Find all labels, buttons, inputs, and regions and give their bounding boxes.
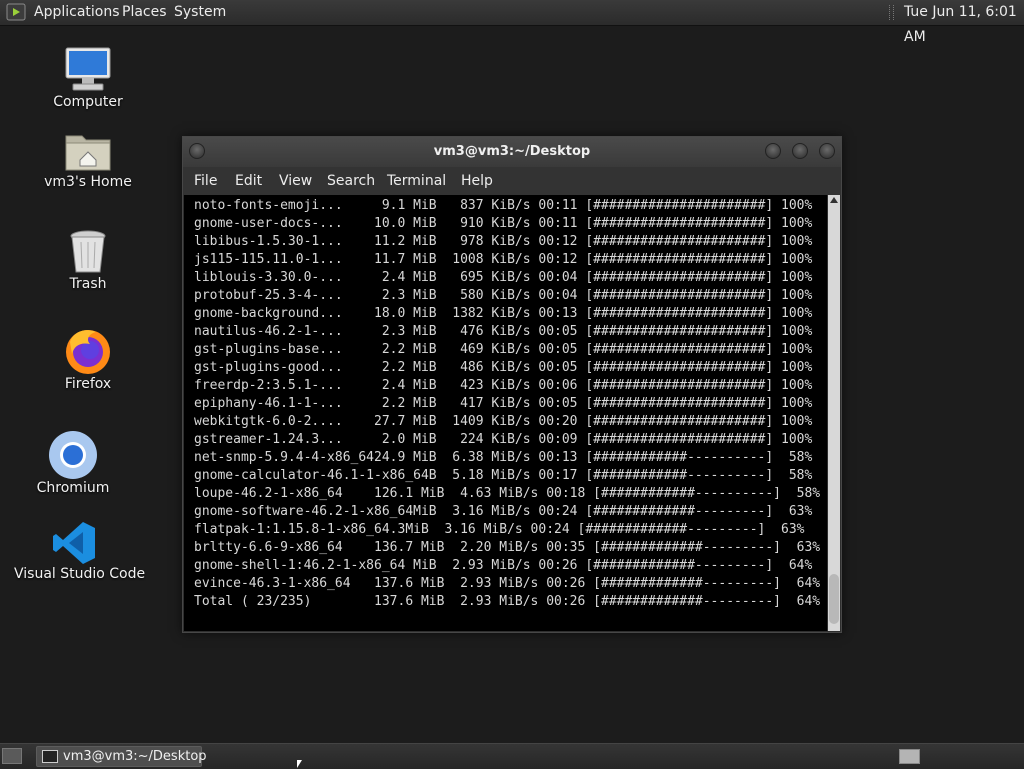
terminal-menubar: File Edit View Search Terminal Help [183,167,841,195]
window-titlebar[interactable]: vm3@vm3:~/Desktop [183,137,841,167]
menu-help[interactable]: Help [461,167,493,195]
terminal-line: libibus-1.5.30-1... 11.2 MiB 978 KiB/s 0… [194,234,813,249]
menu-system[interactable]: System [168,0,232,25]
panel-separator [889,5,894,20]
desktop-icon-vscode[interactable]: Visual Studio Code [14,520,146,582]
close-button[interactable] [819,143,835,159]
desktop-icon-computer[interactable]: Computer [48,46,128,110]
minimize-button[interactable] [765,143,781,159]
menu-edit[interactable]: Edit [235,167,262,195]
menu-search[interactable]: Search [327,167,375,195]
desktop-icon-label: Firefox [64,376,112,392]
terminal-line: gst-plugins-base... 2.2 MiB 469 KiB/s 00… [194,342,813,357]
desktop-icon-trash[interactable]: Trash [58,228,118,292]
terminal-line: flatpak-1:1.15.8-1-x86_64.3MiB 3.16 MiB/… [194,522,805,537]
menu-terminal[interactable]: Terminal [387,167,446,195]
terminal-line: webkitgtk-6.0-2.... 27.7 MiB 1409 KiB/s … [194,414,813,429]
desktop-icon-firefox[interactable]: Firefox [58,326,118,392]
trash-icon [70,230,106,273]
terminal-line: freerdp-2:3.5.1-... 2.4 MiB 423 KiB/s 00… [194,378,813,393]
terminal-line: loupe-46.2-1-x86_64 126.1 MiB 4.63 MiB/s… [194,486,821,501]
terminal-line: Total ( 23/235) 137.6 MiB 2.93 MiB/s 00:… [194,594,821,609]
terminal-line: gst-plugins-good... 2.2 MiB 486 KiB/s 00… [194,360,813,375]
terminal-line: liblouis-3.30.0-... 2.4 MiB 695 KiB/s 00… [194,270,813,285]
terminal-line: gnome-calculator-46.1-1-x86_64B 5.18 MiB… [194,468,813,483]
terminal-window[interactable]: vm3@vm3:~/Desktop File Edit View Search … [182,136,842,633]
terminal-line: protobuf-25.3-4-... 2.3 MiB 580 KiB/s 00… [194,288,813,303]
terminal-icon [42,750,58,763]
firefox-icon [66,330,110,374]
bottom-panel: vm3@vm3:~/Desktop [0,743,1024,769]
top-panel: Applications Places System Tue Jun 11, 6… [0,0,1024,45]
terminal-line: gstreamer-1.24.3... 2.0 MiB 224 KiB/s 00… [194,432,813,447]
home-folder-icon [65,135,111,171]
vscode-icon [53,522,95,564]
desktop-icon-label: Chromium [36,480,110,496]
desktop-icon-home[interactable]: vm3's Home [43,128,133,190]
terminal-line: js115-115.11.0-1... 11.7 MiB 1008 KiB/s … [194,252,813,267]
terminal-line: gnome-shell-1:46.2-1-x86_64 MiB 2.93 MiB… [194,558,813,573]
terminal-line: gnome-software-46.2-1-x86_64MiB 3.16 MiB… [194,504,813,519]
taskbar-window-label: vm3@vm3:~/Desktop [63,749,207,764]
desktop-icon-label: Visual Studio Code [14,566,146,582]
terminal-line: brltty-6.6-9-x86_64 136.7 MiB 2.20 MiB/s… [194,540,821,555]
workspace-switcher[interactable] [899,749,920,764]
maximize-button[interactable] [792,143,808,159]
desktop-icon-label: vm3's Home [44,174,132,190]
terminal-line: noto-fonts-emoji... 9.1 MiB 837 KiB/s 00… [194,198,813,213]
taskbar-window-button[interactable]: vm3@vm3:~/Desktop [36,746,207,767]
mouse-cursor-icon [297,760,302,768]
desktop-icon-chromium[interactable]: Chromium [33,430,113,496]
terminal-line: epiphany-46.1-1-... 2.2 MiB 417 KiB/s 00… [194,396,813,411]
computer-icon [65,47,111,91]
menu-file[interactable]: File [194,167,217,195]
applications-icon[interactable] [6,3,26,21]
terminal-scrollbar[interactable] [828,195,840,631]
scrollbar-thumb[interactable] [829,574,839,624]
desktop-icon-label: Computer [53,94,123,110]
terminal-line: evince-46.3-1-x86_64 137.6 MiB 2.93 MiB/… [194,576,821,591]
terminal-line: nautilus-46.2-1-... 2.3 MiB 476 KiB/s 00… [194,324,813,339]
menu-view[interactable]: View [279,167,312,195]
terminal-text: noto-fonts-emoji... 9.1 MiB 837 KiB/s 00… [194,197,820,611]
terminal-line: gnome-user-docs-... 10.0 MiB 910 KiB/s 0… [194,216,813,231]
menu-places[interactable]: Places [116,0,173,25]
terminal-line: gnome-background... 18.0 MiB 1382 KiB/s … [194,306,813,321]
clock[interactable]: Tue Jun 11, 6:01 AM [898,0,1024,45]
menu-applications[interactable]: Applications [28,0,126,25]
show-desktop-icon[interactable] [2,748,22,764]
desktop-icon-label: Trash [69,276,107,292]
window-title: vm3@vm3:~/Desktop [433,144,591,159]
terminal-output[interactable]: noto-fonts-emoji... 9.1 MiB 837 KiB/s 00… [184,195,827,631]
scroll-up-arrow-icon[interactable] [830,197,838,203]
terminal-line: net-snmp-5.9.4-4-x86_6424.9 MiB 6.38 MiB… [194,450,813,465]
chromium-icon [49,431,97,479]
